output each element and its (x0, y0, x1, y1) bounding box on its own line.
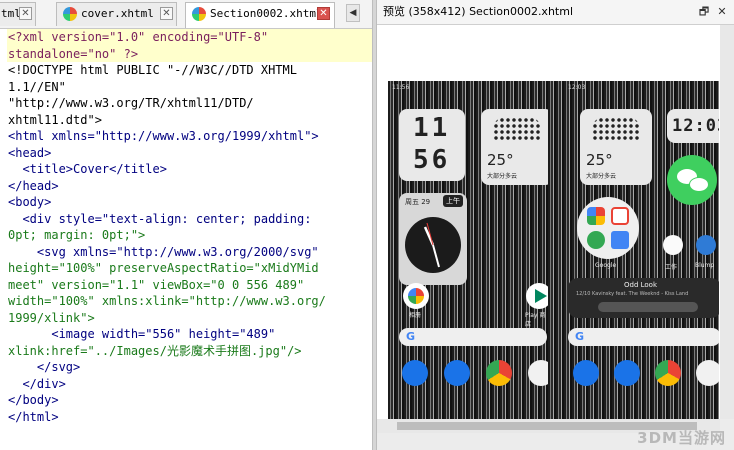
messages-app-icon (614, 360, 640, 386)
blump-app-icon (696, 235, 716, 255)
code-line: </svg> (8, 360, 81, 374)
tab-xhtml-partial[interactable]: tml ✕ (0, 2, 36, 26)
clock-text: 12:03 (672, 116, 719, 136)
status-time: 12:03 (568, 84, 586, 91)
weather-temp: 25° (487, 151, 514, 169)
wechat-icon (667, 155, 717, 205)
tab-label: tml (1, 7, 21, 20)
weather-widget: 25° 大部分多云 (481, 109, 548, 185)
tab-cover[interactable]: cover.xhtml ✕ (56, 2, 177, 26)
preview-vertical-scrollbar[interactable] (720, 25, 734, 419)
clock-widget: 12:03 (667, 109, 719, 143)
cloud-icon (592, 117, 640, 141)
work-app-icon (663, 235, 683, 255)
code-line: <!DOCTYPE html PUBLIC "-//W3C//DTD XHTML (8, 63, 297, 77)
code-line: <head> (8, 145, 52, 160)
analog-clock-widget: 周五 29 上午 (399, 193, 467, 285)
folder-label: Google (595, 262, 617, 269)
weather-desc: 大部分多云 (487, 173, 518, 180)
code-editor-pane: tml ✕ cover.xhtml ✕ Section0002.xhtml ✕ … (0, 0, 372, 450)
google-apps-folder (577, 197, 639, 259)
close-icon[interactable]: ✕ (19, 7, 32, 20)
code-line: meet" version="1.1" viewBox="0 0 556 489… (8, 277, 305, 292)
status-time: 11:56 (392, 84, 410, 91)
code-line: <image width="556" height="489" (8, 327, 276, 341)
chrome-app-icon (486, 360, 512, 386)
code-line: xhtml11.dtd"> (8, 112, 102, 127)
preview-title: 预览 (358x412) Section0002.xhtml (383, 5, 574, 18)
weather-widget: 25° 大部分多云 (580, 109, 652, 185)
app-label: 工作 (665, 264, 678, 271)
code-line: <svg xmlns="http://www.w3.org/2000/svg" (8, 244, 319, 259)
cloud-icon (493, 117, 541, 141)
preview-viewport[interactable]: 11:56 11 56 25° 大部分多云 周五 29 上午 相册 Play 商… (377, 25, 720, 420)
code-line: </body> (8, 393, 59, 407)
code-line: 1999/xlink"> (8, 310, 95, 325)
app-label: 相册 (409, 312, 422, 319)
camera-app-icon (696, 360, 719, 386)
photos-app-icon (403, 283, 429, 309)
tab-section0002[interactable]: Section0002.xhtml ✕ (185, 2, 335, 28)
code-line: height="100%" preserveAspectRatio="xMidY… (8, 261, 319, 275)
messages-app-icon (444, 360, 470, 386)
code-line: </head> (8, 178, 59, 193)
weather-desc: 大部分多云 (586, 173, 617, 180)
clock-hour: 11 (413, 113, 451, 143)
tab-label: cover.xhtml (81, 7, 154, 20)
close-icon[interactable]: ✕ (160, 7, 173, 20)
phone-app-icon (402, 360, 428, 386)
media-title: Odd Look (624, 281, 658, 289)
close-icon[interactable]: ✕ (715, 5, 729, 19)
weather-temp: 25° (586, 151, 613, 169)
google-g-icon: G (406, 330, 416, 343)
app-label: Blump (695, 262, 715, 269)
watermark-logo: 3DM当游网 (637, 429, 726, 447)
code-line: 1.1//EN" (8, 79, 66, 94)
google-search-bar: G (568, 328, 719, 346)
restore-icon[interactable]: 🗗 (697, 5, 711, 19)
close-icon[interactable]: ✕ (317, 7, 330, 20)
preview-title-bar: 预览 (358x412) Section0002.xhtml 🗗 ✕ (377, 0, 734, 25)
code-line: <?xml version="1.0" encoding="UTF-8" (7, 29, 372, 46)
code-line: <title>Cover</title> (8, 162, 167, 176)
code-line: xlink:href="../Images/光影魔术手拼图.jpg"/> (8, 343, 302, 358)
code-line: <body> (8, 195, 52, 209)
browser-icon (192, 7, 206, 21)
google-search-bar: G (399, 328, 547, 346)
code-line: 0pt; margin: 0pt;"> (8, 228, 146, 242)
code-line: </html> (8, 409, 59, 424)
google-g-icon: G (575, 330, 585, 343)
play-store-icon (526, 283, 548, 309)
code-line: <html xmlns="http://www.w3.org/1999/xhtm… (8, 129, 319, 143)
preview-image: 11:56 11 56 25° 大部分多云 周五 29 上午 相册 Play 商… (388, 81, 719, 420)
phone-screenshot-left: 11:56 11 56 25° 大部分多云 周五 29 上午 相册 Play 商… (388, 81, 548, 420)
browser-icon (63, 7, 77, 21)
code-line: width="100%" xmlns:xlink="http://www.w3.… (8, 294, 326, 308)
code-view[interactable]: <?xml version="1.0" encoding="UTF-8" sta… (7, 29, 372, 425)
clock-widget: 11 56 (399, 109, 465, 181)
media-subtitle: 12/10 Kavinsky feat. The Weeknd - Kiss L… (576, 291, 689, 297)
media-controls (598, 302, 698, 312)
date-label: 周五 29 (405, 198, 431, 206)
camera-app-icon (528, 360, 548, 386)
app-label: Play 商店 (525, 312, 546, 328)
code-line: <div style="text-align: center; padding: (8, 211, 312, 226)
phone-app-icon (573, 360, 599, 386)
chrome-app-icon (655, 360, 681, 386)
analog-clock-icon (405, 217, 461, 273)
preview-pane: 预览 (358x412) Section0002.xhtml 🗗 ✕ 11:56… (377, 0, 734, 450)
clock-minute: 56 (413, 145, 451, 175)
code-line: standalone="no" ?> (7, 45, 372, 62)
tab-label: Section0002.xhtml (210, 7, 323, 20)
editor-tab-bar: tml ✕ cover.xhtml ✕ Section0002.xhtml ✕ … (0, 0, 372, 29)
phone-screenshot-right: 12:03 25° 大部分多云 12:03 (564, 81, 719, 420)
code-line: </div> (8, 376, 66, 391)
ampm-badge: 上午 (443, 195, 463, 207)
tab-scroll-left-button[interactable]: ◀ (346, 4, 360, 22)
code-line: "http://www.w3.org/TR/xhtml11/DTD/ (8, 96, 254, 110)
media-widget: Odd Look 12/10 Kavinsky feat. The Weeknd… (568, 278, 719, 318)
